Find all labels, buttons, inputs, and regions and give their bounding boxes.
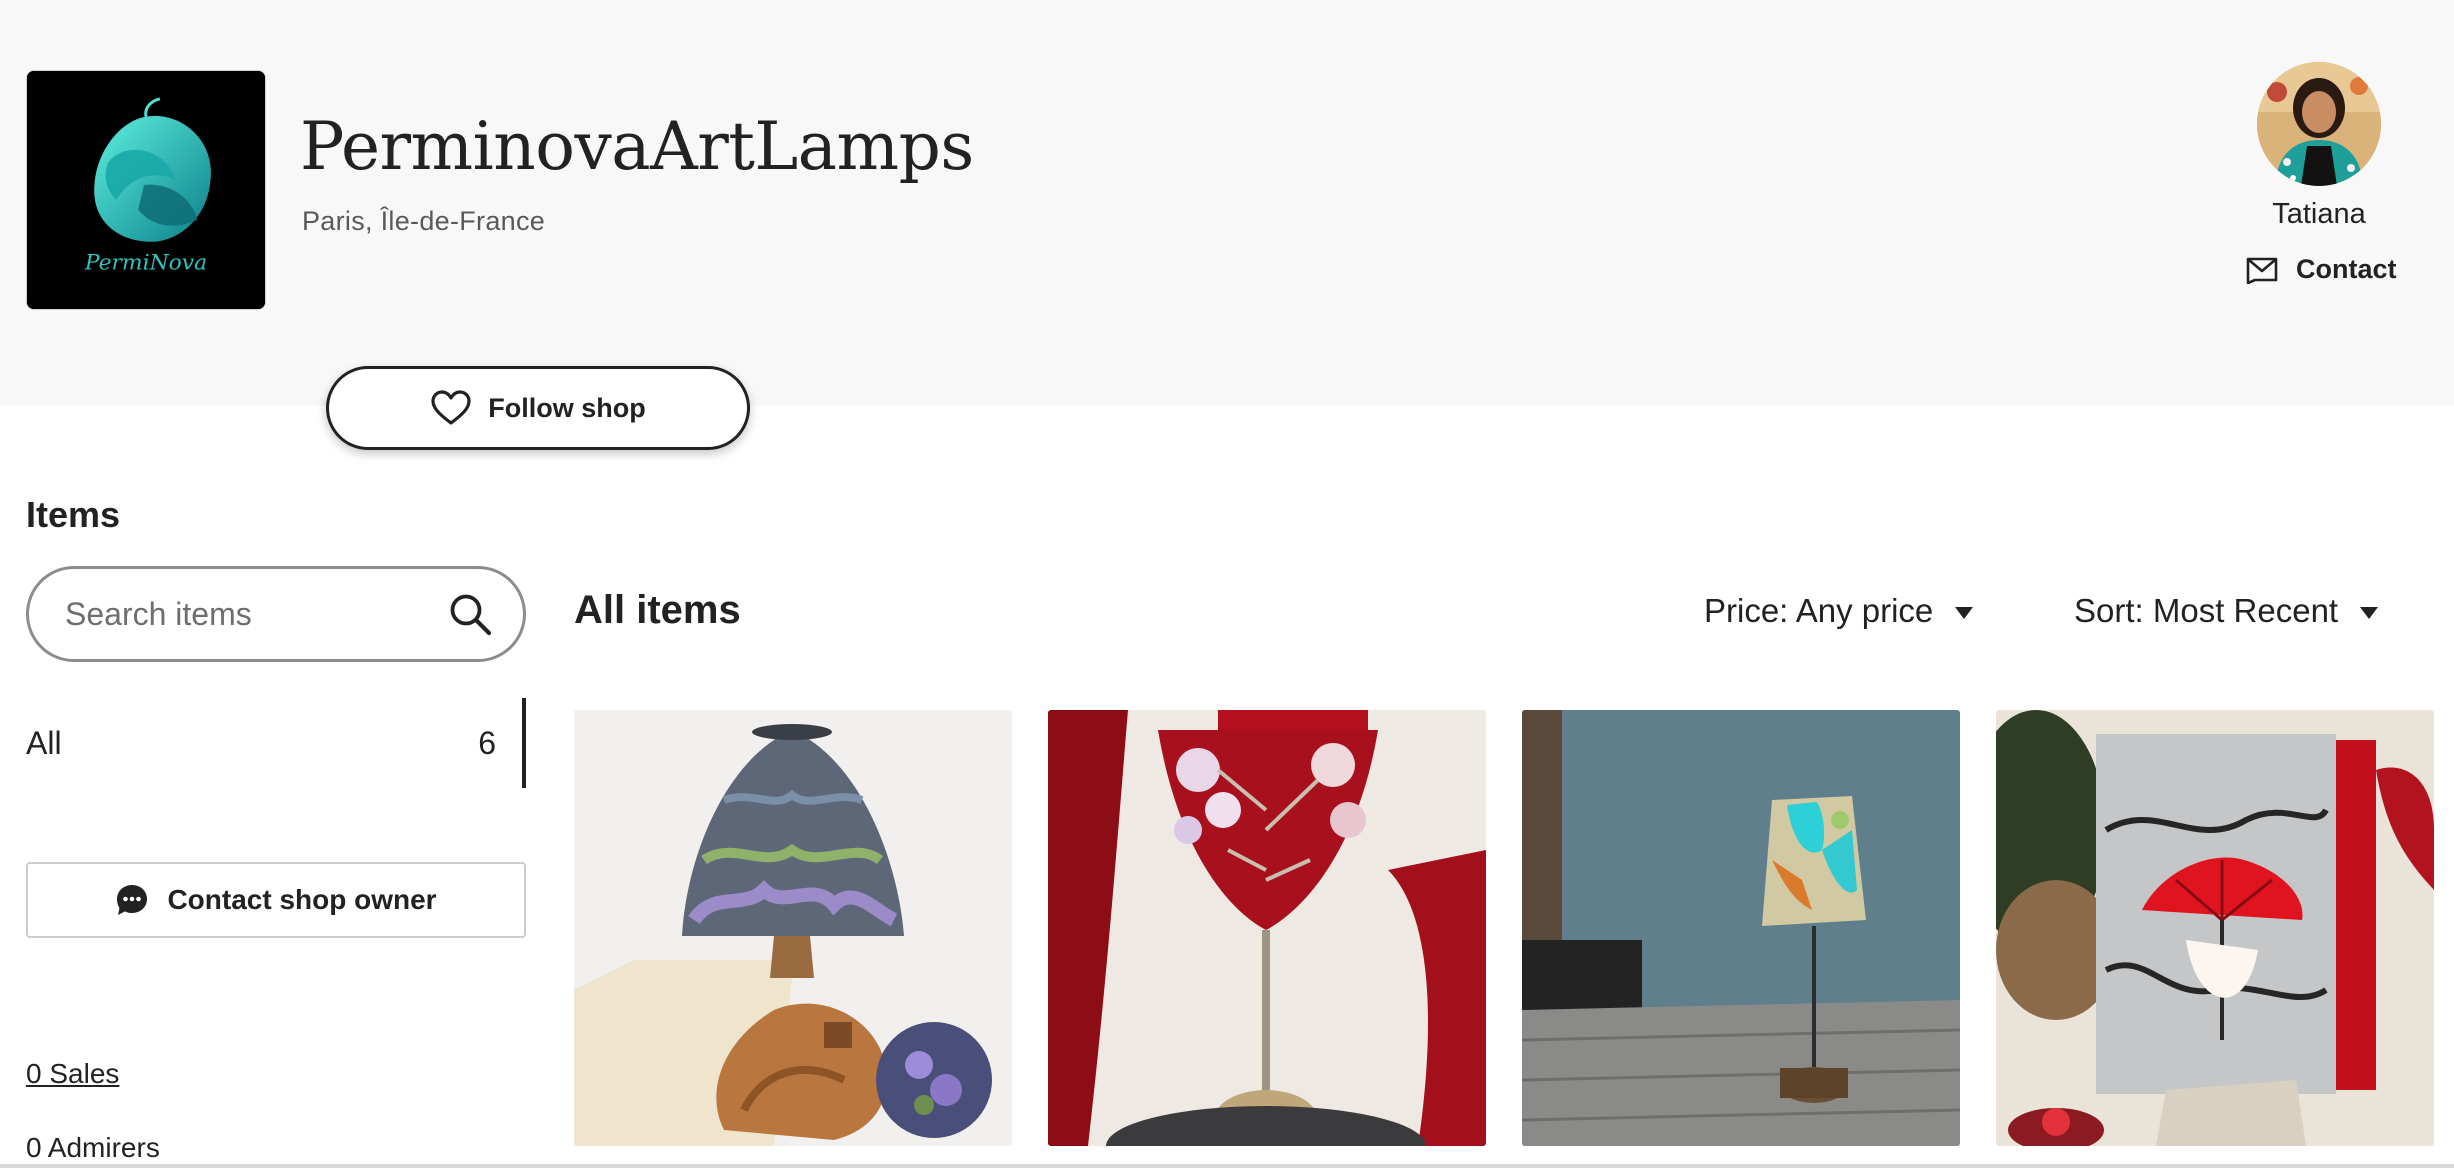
owner-name[interactable]: Tatiana (2236, 198, 2402, 231)
search-button[interactable] (447, 591, 493, 637)
sort-label: Sort: Most Recent (2074, 592, 2339, 629)
search-box (26, 566, 526, 662)
sort-dropdown[interactable]: Sort: Most Recent (2074, 592, 2379, 630)
items-heading: Items (26, 494, 121, 535)
mail-icon (2246, 257, 2278, 284)
price-filter-dropdown[interactable]: Price: Any price (1704, 592, 1974, 630)
listing-card[interactable] (574, 710, 1012, 1146)
section-count: 6 (478, 724, 496, 761)
shop-location: Paris, Île-de-France (302, 206, 546, 236)
all-items-heading: All items (574, 588, 741, 632)
contact-shop-owner-label: Contact shop owner (167, 884, 437, 915)
contact-shop-owner-button[interactable]: Contact shop owner (26, 862, 526, 938)
caret-down-icon (2360, 607, 2379, 619)
admirers-count: 0 Admirers (26, 1132, 160, 1163)
caret-down-icon (1955, 607, 1974, 619)
heart-icon (431, 390, 471, 425)
shop-name: PerminovaArtLamps (300, 108, 974, 185)
logo-text: PermiNova (84, 250, 207, 275)
listing-card[interactable] (1048, 710, 1486, 1146)
sales-link[interactable]: 0 Sales (26, 1058, 119, 1090)
search-icon (450, 594, 492, 636)
listing-card[interactable] (1996, 710, 2434, 1146)
price-filter-label: Price: Any price (1704, 592, 1934, 629)
follow-shop-button[interactable]: Follow shop (326, 366, 750, 450)
listing-image (574, 710, 1012, 1146)
shop-header (0, 0, 2454, 406)
avatar-image (2257, 62, 2381, 186)
owner-avatar[interactable] (2257, 62, 2381, 186)
listing-image (1522, 710, 1960, 1146)
section-label: All (26, 724, 62, 761)
listing-image (1996, 710, 2434, 1146)
listing-image (1048, 710, 1486, 1146)
chat-bubble-icon (117, 885, 148, 915)
search-input[interactable] (65, 595, 395, 633)
horizontal-divider (0, 1164, 2454, 1168)
section-all[interactable]: All 6 (26, 698, 526, 788)
contact-label: Contact (2296, 254, 2397, 284)
follow-label: Follow shop (488, 392, 646, 423)
shop-logo[interactable]: PermiNova (26, 70, 266, 310)
listing-grid (574, 710, 2434, 1146)
shop-owner: Tatiana (2236, 62, 2402, 231)
logo-image: PermiNova (27, 71, 265, 309)
contact-owner-link[interactable]: Contact (2246, 254, 2397, 285)
listing-card[interactable] (1522, 710, 1960, 1146)
